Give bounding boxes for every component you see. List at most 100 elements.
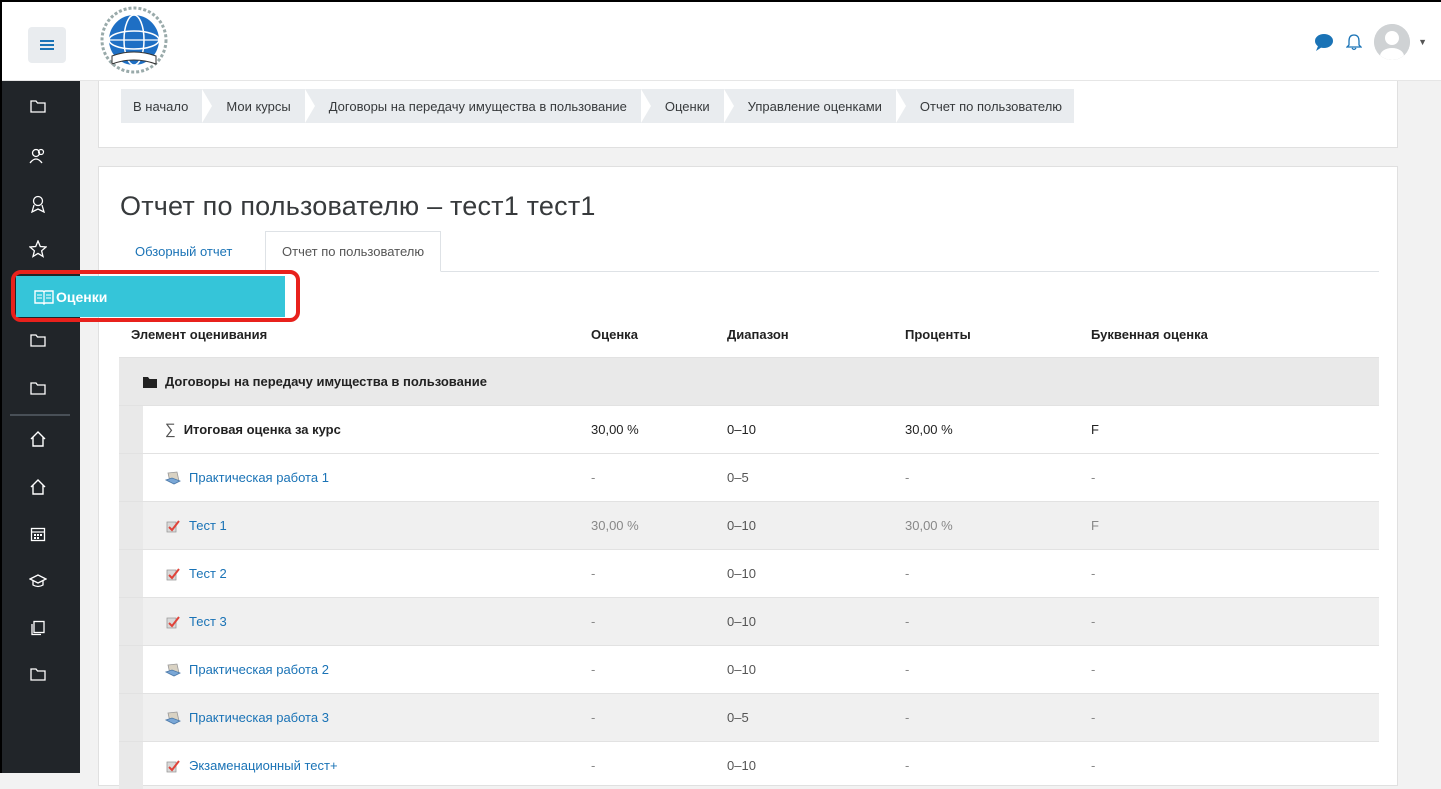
page-title: Отчет по пользователю – тест1 тест1 (120, 191, 596, 221)
item-percentage: - (905, 758, 910, 773)
sidebar-course-folder[interactable] (24, 92, 52, 120)
table-row: Тест 3 - 0–10 - - (119, 597, 1379, 645)
table-row: Практическая работа 3 - 0–5 - - (119, 693, 1379, 741)
grade-item-link[interactable]: Экзаменационный тест+ (189, 758, 338, 773)
item-range: 0–10 (727, 614, 756, 629)
item-range: 0–5 (727, 470, 749, 485)
course-total-label: Итоговая оценка за курс (183, 422, 341, 437)
item-letter: - (1091, 710, 1096, 725)
chat-bubble-icon[interactable] (1314, 33, 1334, 51)
item-grade: - (591, 566, 596, 581)
item-grade: - (591, 710, 596, 725)
participants-icon (29, 148, 45, 164)
quiz-icon (166, 567, 180, 580)
bell-icon[interactable] (1346, 33, 1363, 51)
calendar-icon (30, 527, 46, 542)
user-menu-caret-icon[interactable]: ▼ (1418, 37, 1427, 47)
quiz-icon (166, 759, 180, 772)
assignment-icon (165, 711, 181, 724)
item-percentage: 30,00 % (905, 518, 953, 533)
item-grade: - (591, 662, 596, 677)
total-percentage: 30,00 % (905, 422, 953, 437)
site-logo[interactable] (94, 4, 174, 74)
sidebar-folder-3[interactable] (24, 374, 52, 402)
sidebar-folder-2[interactable] (24, 326, 52, 354)
report-tabs: Обзорный отчет Отчет по пользователю (119, 231, 1379, 272)
folder-icon (30, 334, 46, 347)
graduation-cap-icon (29, 574, 47, 588)
item-grade: - (591, 470, 596, 485)
item-range: 0–5 (727, 710, 749, 725)
left-sidebar (2, 80, 80, 773)
table-header-row: Элемент оценивания Оценка Диапазон Проце… (119, 311, 1379, 357)
hamburger-menu-button[interactable] (28, 27, 66, 63)
folder-icon (30, 100, 46, 113)
folder-filled-icon (143, 376, 157, 388)
category-row: Договоры на передачу имущества в пользов… (119, 357, 1379, 405)
files-icon (31, 620, 45, 636)
row-indent (119, 550, 143, 597)
grade-item-link[interactable]: Тест 3 (189, 614, 227, 629)
sidebar-dashboard[interactable] (24, 473, 52, 501)
folder-icon (30, 668, 46, 681)
breadcrumb-card: В начало Мои курсы Договоры на передачу … (98, 80, 1398, 148)
item-letter: - (1091, 470, 1096, 485)
category-name: Договоры на передачу имущества в пользов… (165, 374, 487, 389)
breadcrumb-grade-admin[interactable]: Управление оценками (748, 99, 882, 114)
sidebar-divider (10, 414, 70, 416)
tab-overview-report[interactable]: Обзорный отчет (119, 231, 248, 271)
breadcrumb-grades[interactable]: Оценки (665, 99, 710, 114)
sidebar-item-grades[interactable]: Оценки (16, 276, 285, 317)
item-letter: - (1091, 758, 1096, 773)
grade-item-link[interactable]: Практическая работа 3 (189, 710, 329, 725)
sidebar-my-courses[interactable] (24, 567, 52, 595)
breadcrumb-user-report: Отчет по пользователю (919, 98, 1063, 114)
grade-item-link[interactable]: Тест 2 (189, 566, 227, 581)
item-letter: - (1091, 662, 1096, 677)
grade-item-link[interactable]: Тест 1 (189, 518, 227, 533)
star-icon (29, 240, 47, 258)
header-letter-grade: Буквенная оценка (1091, 326, 1208, 342)
top-navbar: ▼ (2, 2, 1441, 81)
header-range: Диапазон (727, 326, 789, 342)
breadcrumb-home[interactable]: В начало (133, 99, 188, 114)
frame-left (0, 0, 2, 773)
item-range: 0–10 (727, 662, 756, 677)
table-row: Экзаменационный тест+ - 0–10 - - (119, 741, 1379, 789)
sidebar-participants[interactable] (24, 142, 52, 170)
item-letter: - (1091, 614, 1096, 629)
globe-logo-icon (100, 6, 168, 74)
breadcrumb-separator (202, 89, 213, 123)
item-percentage: - (905, 614, 910, 629)
sum-icon: ∑ (165, 421, 176, 438)
sidebar-badges[interactable] (24, 190, 52, 218)
sidebar-calendar[interactable] (24, 520, 52, 548)
item-percentage: - (905, 566, 910, 581)
total-range: 0–10 (727, 422, 756, 437)
folder-icon (30, 382, 46, 395)
user-grade-table: Элемент оценивания Оценка Диапазон Проце… (119, 311, 1379, 789)
main-content-card: Отчет по пользователю – тест1 тест1 Обзо… (98, 166, 1398, 789)
grade-item-link[interactable]: Практическая работа 1 (189, 470, 329, 485)
breadcrumb-my-courses[interactable]: Мои курсы (226, 99, 290, 114)
row-indent (119, 694, 143, 741)
hamburger-icon (40, 40, 54, 50)
item-range: 0–10 (727, 518, 756, 533)
assignment-icon (165, 663, 181, 676)
breadcrumb-separator (304, 89, 315, 123)
item-range: 0–10 (727, 758, 756, 773)
user-avatar[interactable] (1374, 24, 1411, 60)
breadcrumb-course[interactable]: Договоры на передачу имущества в пользов… (329, 99, 627, 114)
sidebar-folder-4[interactable] (24, 660, 52, 688)
row-indent (119, 742, 143, 789)
tab-user-report[interactable]: Отчет по пользователю (265, 231, 442, 272)
table-row: Практическая работа 2 - 0–10 - - (119, 645, 1379, 693)
sidebar-home[interactable] (24, 425, 52, 453)
sidebar-private-files[interactable] (24, 614, 52, 642)
sidebar-competencies[interactable] (24, 235, 52, 263)
grade-item-link[interactable]: Практическая работа 2 (189, 662, 329, 677)
header-percentage: Проценты (905, 326, 971, 342)
item-letter: - (1091, 566, 1096, 581)
user-avatar-icon (1374, 24, 1411, 60)
item-letter: F (1091, 518, 1099, 533)
